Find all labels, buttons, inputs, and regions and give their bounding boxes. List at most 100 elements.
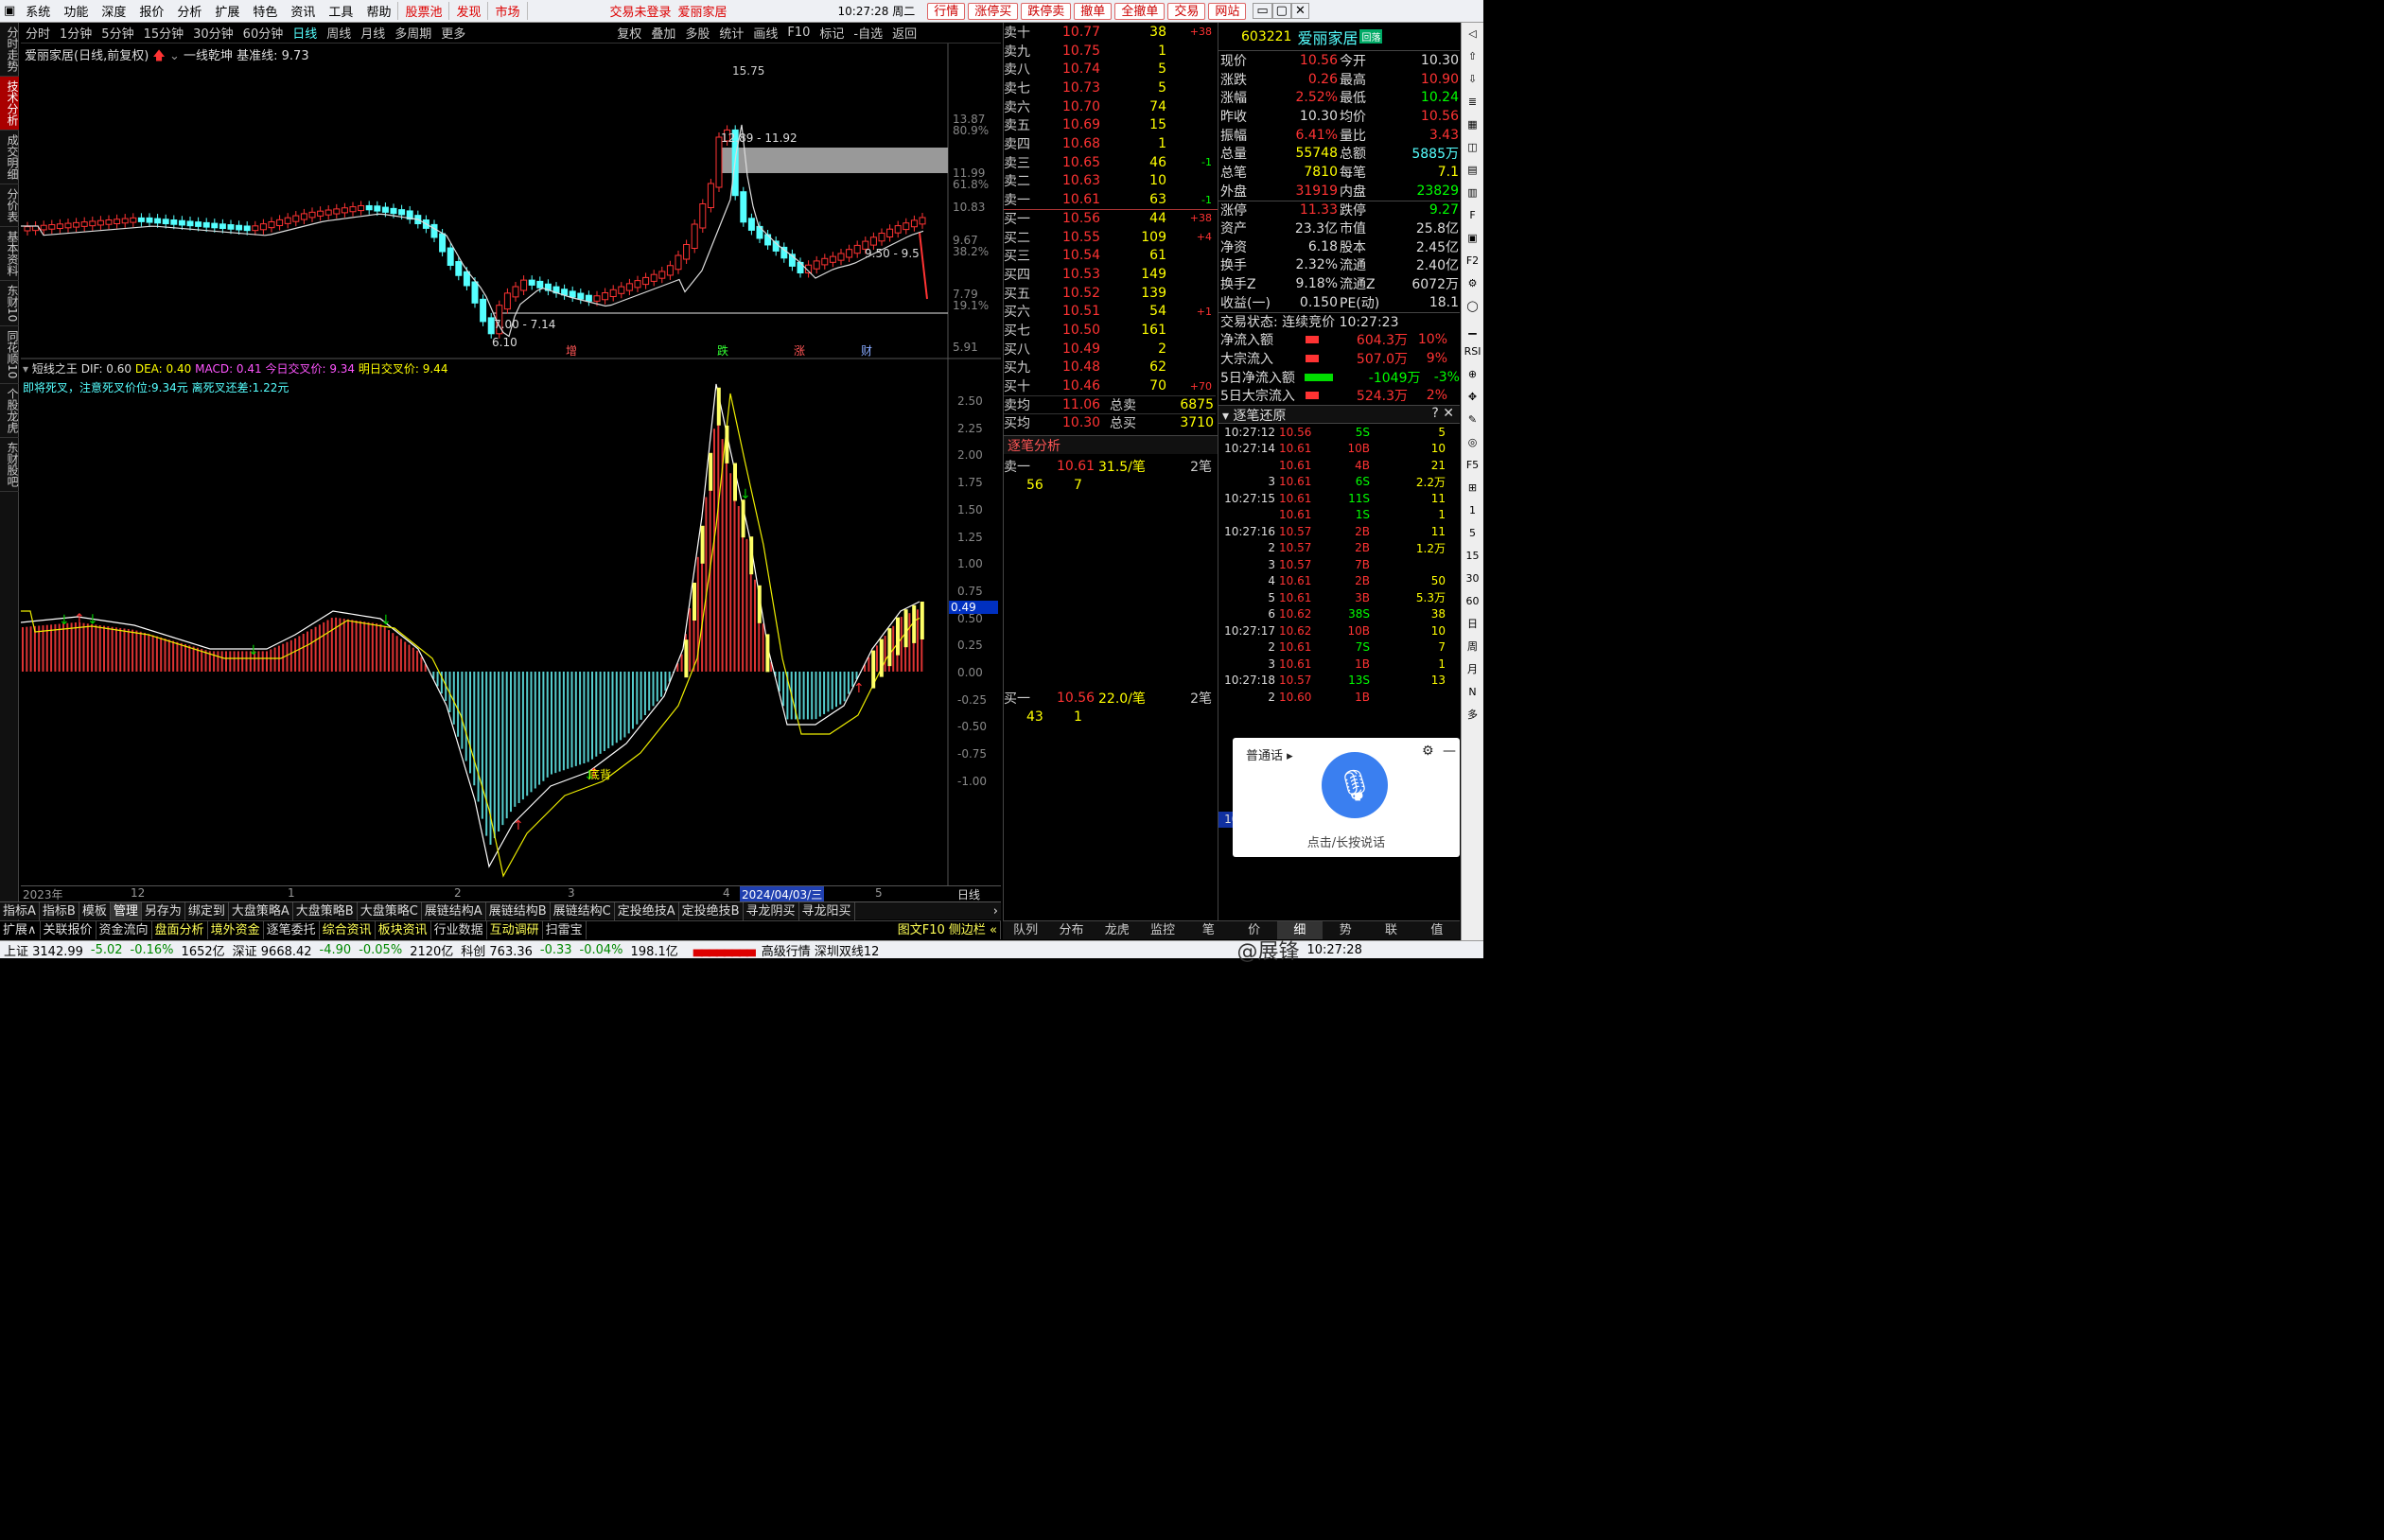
chart-canvas[interactable]: ↓ ↓↑↓↓↑↓↑↓↑ [20,44,1001,885]
buy-level-row[interactable]: 买七 10.50 161 [1004,321,1216,340]
website-button[interactable]: 网站 [1208,2,1247,20]
period-15[interactable]: 15 [1462,545,1483,568]
tool-f10[interactable]: F10 [782,26,815,40]
period-30min[interactable]: 30分钟 [188,24,238,42]
buy-level-row[interactable]: 买一 10.56 44 +38 [1004,209,1216,228]
indicator-tab[interactable]: 定投绝技A [615,902,679,920]
indicator-tab[interactable]: 展链结构A [422,902,486,920]
sell-level-row[interactable]: 卖一 10.61 63 -1 [1004,190,1216,209]
microphone-icon[interactable]: 🎙 [1322,752,1388,818]
sell-level-row[interactable]: 卖九 10.75 1 [1004,42,1216,61]
period-60min[interactable]: 60分钟 [238,24,289,42]
voice-mode[interactable]: 普通话 ▸ [1246,745,1293,763]
nav-fundamentals[interactable]: 基本资料 [0,227,19,281]
sell-level-row[interactable]: 卖二 10.63 10 [1004,172,1216,191]
buy-level-row[interactable]: 买二 10.55 109 +4 [1004,228,1216,247]
buy-level-row[interactable]: 买四 10.53 149 [1004,265,1216,284]
buy-level-row[interactable]: 买六 10.51 54 +1 [1004,303,1216,322]
extend-tab[interactable]: 行业数据 [431,921,487,939]
period-5min[interactable]: 5分钟 [96,24,138,42]
nav-forum[interactable]: 东财股吧 [0,438,19,492]
grid-icon[interactable]: ▦ [1462,114,1483,136]
f10-icon[interactable]: F [1462,204,1483,227]
indicator-tab[interactable]: 大盘策略C [358,902,422,920]
period-n[interactable]: N [1462,681,1483,704]
indicator-tab[interactable]: 定投绝技B [679,902,744,920]
period-intraday[interactable]: 分时 [21,24,55,42]
buy-level-row[interactable]: 买五 10.52 139 [1004,284,1216,303]
login-status[interactable]: 交易未登录 [604,2,678,20]
sell-level-row[interactable]: 卖六 10.70 74 [1004,97,1216,116]
extend-tab[interactable]: 盘面分析 [152,921,208,939]
marker-finance[interactable]: 财 [861,342,872,359]
menu-item-system[interactable]: 系统 [19,2,57,20]
right-bottom-tab[interactable]: 联 [1368,921,1413,939]
right-bottom-tab[interactable]: 龙虎 [1095,921,1140,939]
circle-icon[interactable]: ◯ [1462,295,1483,318]
tool-back[interactable]: 返回 [887,24,921,42]
menu-item-news[interactable]: 资讯 [284,2,322,20]
sell-level-row[interactable]: 卖七 10.73 5 [1004,79,1216,97]
up-icon[interactable]: ⇧ [1462,45,1483,68]
cancel-all-button[interactable]: 全撤单 [1114,2,1166,20]
lock-icon[interactable]: ⊕ [1462,363,1483,386]
period-30[interactable]: 30 [1462,568,1483,590]
tab-stock-pool[interactable]: 股票池 [397,2,448,20]
buy-level-row[interactable]: 买三 10.54 61 [1004,246,1216,265]
sell-level-row[interactable]: 卖五 10.69 15 [1004,116,1216,135]
period-daily[interactable]: 日线 [288,24,322,42]
sell-level-row[interactable]: 卖十 10.77 38 +38 [1004,23,1216,42]
collapse-icon[interactable]: ▾ [23,362,28,376]
extend-tab[interactable]: 境外资金 [208,921,264,939]
tool-mark[interactable]: 标记 [815,24,849,42]
nav-eastmoney10[interactable]: 东财10 [0,281,19,327]
period-month[interactable]: 月 [1462,658,1483,681]
buy-level-row[interactable]: 买八 10.49 2 [1004,340,1216,359]
tool-multi-stock[interactable]: 多股 [680,24,714,42]
bag-icon[interactable]: ◎ [1462,431,1483,454]
indicator-tab[interactable]: 寻龙阴买 [744,902,799,920]
indicator-tab[interactable]: 指标A [0,902,40,920]
close-icon[interactable]: ✕ [1290,3,1309,19]
indicator-tab[interactable]: 大盘策略B [293,902,358,920]
tool-stats[interactable]: 统计 [714,24,748,42]
limit-up-buy-button[interactable]: 涨停买 [968,2,1019,20]
index-kc[interactable]: 科创 763.36 [457,941,536,959]
period-more[interactable]: 更多 [436,24,470,42]
nav-trade-detail[interactable]: 成交明细 [0,131,19,184]
indicator-tab[interactable]: 模板 [79,902,111,920]
right-bottom-tab[interactable]: 监控 [1140,921,1185,939]
menu-item-tools[interactable]: 工具 [322,2,359,20]
nav-ths10[interactable]: 同花顺10 [0,326,19,384]
index-sh[interactable]: 上证 3142.99 [0,941,87,959]
extend-tab[interactable]: 扫雷宝 [543,921,587,939]
sell-level-row[interactable]: 卖四 10.68 1 [1004,134,1216,153]
minimize-icon[interactable]: — [1443,744,1456,759]
indicator-tab[interactable]: 指标B [40,902,79,920]
indicator-tab[interactable]: 展链结构C [551,902,615,920]
indicator-tab[interactable]: 大盘策略A [229,902,293,920]
tool-adjust[interactable]: 复权 [612,24,646,42]
extend-tab[interactable]: 逐笔委托 [264,921,320,939]
chart-area[interactable]: ↓ ↓ ↑ ↓ ↓ ↑ ↓ ↑ ↓ ↑ 爱丽家居(日线,前复权) 🡅 ⌄ 一线乾坤 基准线: 9.… [20,44,1001,885]
f5-icon[interactable]: F5 [1462,454,1483,477]
menu-item-depth[interactable]: 深度 [95,2,132,20]
table-icon[interactable]: ▤ [1462,159,1483,182]
move-icon[interactable]: ✥ [1462,386,1483,409]
indicator-tab[interactable]: 管理 [110,902,142,920]
rsi-icon[interactable]: RSI [1462,341,1483,363]
menu-item-special[interactable]: 特色 [246,2,284,20]
sell-level-row[interactable]: 卖八 10.74 5 [1004,60,1216,79]
multi-icon[interactable]: ⊞ [1462,477,1483,499]
chevron-down-icon[interactable]: ⌄ [169,49,180,63]
extend-tab[interactable]: 板块资讯 [376,921,431,939]
quote-button[interactable]: 行情 [927,2,966,20]
extend-tab[interactable]: 关联报价 [41,921,96,939]
menu-item-function[interactable]: 功能 [57,2,95,20]
period-5[interactable]: 5 [1462,522,1483,545]
indicator-tab[interactable]: 寻龙阳买 [799,902,855,920]
period-weekly[interactable]: 周线 [322,24,356,42]
f2-icon[interactable]: F2 [1462,250,1483,272]
period-1min[interactable]: 1分钟 [55,24,96,42]
marker-rise[interactable]: 涨 [794,342,805,359]
